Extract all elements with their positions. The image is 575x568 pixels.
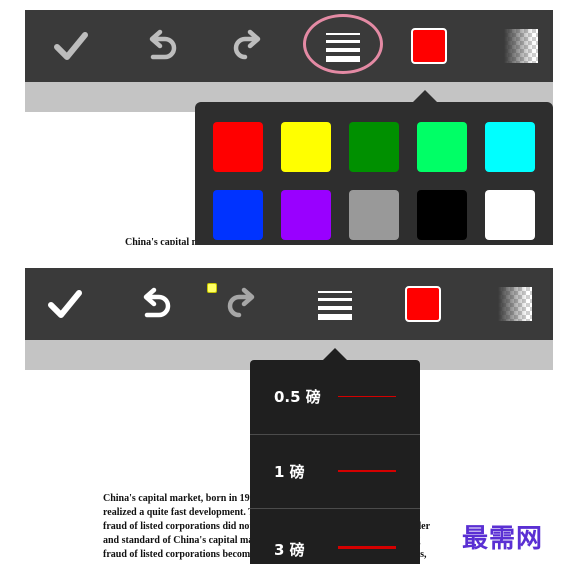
highlight-marker: [207, 283, 217, 293]
line-width-icon: [318, 291, 352, 320]
width-sample-line: [338, 470, 396, 472]
current-color-swatch: [405, 286, 441, 322]
color-swatch-9[interactable]: [417, 190, 467, 240]
color-swatch-6[interactable]: [213, 190, 263, 240]
undo-icon: [149, 29, 177, 60]
color-swatch-10[interactable]: [485, 190, 535, 240]
width-option-label: 3 磅: [274, 541, 305, 559]
current-color-swatch: [411, 28, 447, 64]
width-option-3[interactable]: 3 磅: [250, 508, 420, 564]
line-width-popup: 0.5 磅 1 磅 3 磅: [250, 348, 420, 564]
width-sample-line: [338, 396, 396, 397]
confirm-button[interactable]: [43, 18, 99, 74]
toolbar: [25, 268, 553, 340]
watermark: 最需网: [462, 524, 544, 554]
color-button[interactable]: [395, 276, 451, 332]
highlight-circle: [303, 14, 383, 74]
confirm-button[interactable]: [37, 276, 93, 332]
popup-arrow: [413, 90, 437, 102]
undo-button[interactable]: [133, 18, 189, 74]
color-swatch-7[interactable]: [281, 190, 331, 240]
width-sample-line: [338, 546, 396, 549]
color-picker-screenshot: Ab China's capital market, born in 1990s…: [25, 10, 553, 245]
undo-button[interactable]: [127, 276, 183, 332]
redo-button[interactable]: [221, 18, 277, 74]
color-swatch-2[interactable]: [281, 122, 331, 172]
color-button[interactable]: [401, 18, 457, 74]
color-swatch-3[interactable]: [349, 122, 399, 172]
color-swatch-4[interactable]: [417, 122, 467, 172]
undo-icon: [143, 287, 171, 318]
eraser-button[interactable]: [487, 276, 543, 332]
redo-icon: [227, 287, 255, 318]
width-option-label: 1 磅: [274, 463, 305, 481]
toolbar: [25, 10, 553, 82]
checkmark-icon: [54, 32, 88, 60]
checkmark-icon: [48, 290, 82, 318]
eraser-checker-icon: [504, 29, 538, 63]
color-swatch-1[interactable]: [213, 122, 263, 172]
width-option-label: 0.5 磅: [274, 388, 321, 406]
line-width-button[interactable]: [307, 276, 363, 332]
color-swatch-8[interactable]: [349, 190, 399, 240]
eraser-checker-icon: [498, 287, 532, 321]
eraser-button[interactable]: [493, 18, 549, 74]
popup-arrow: [323, 348, 347, 360]
color-swatch-5[interactable]: [485, 122, 535, 172]
redo-icon: [233, 29, 261, 60]
width-option-1[interactable]: 1 磅: [250, 434, 420, 507]
width-option-0.5[interactable]: 0.5 磅: [250, 360, 420, 432]
color-palette-popup: [195, 90, 553, 245]
redo-button[interactable]: [215, 276, 271, 332]
